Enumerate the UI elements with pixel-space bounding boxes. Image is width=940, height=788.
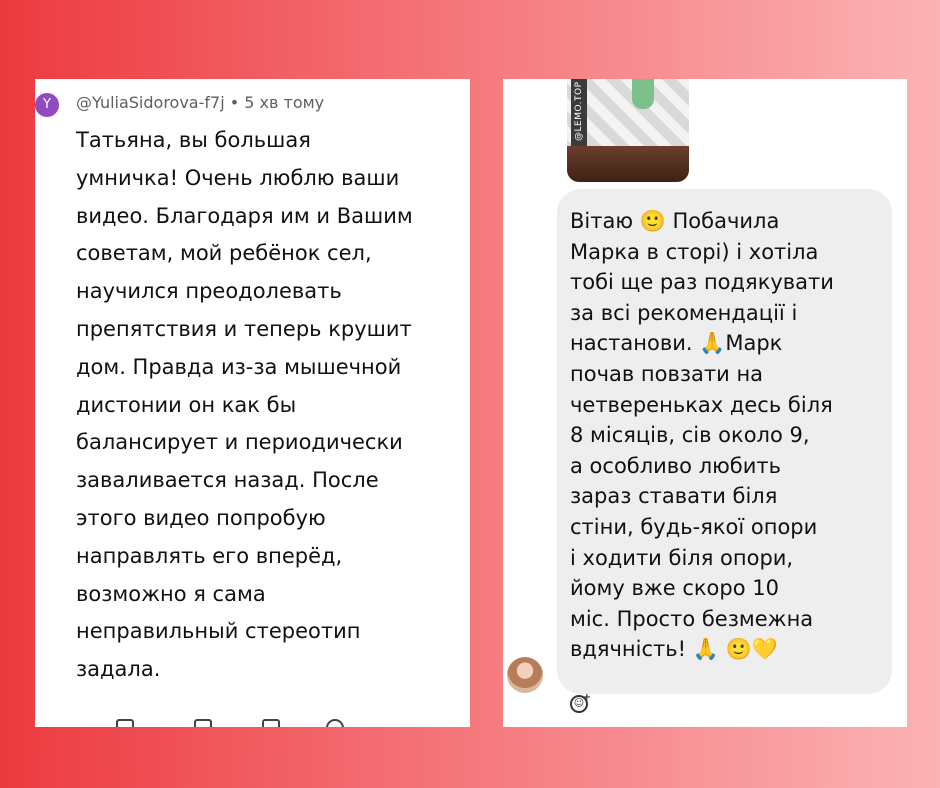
commenter-avatar[interactable]: Y (35, 93, 59, 117)
comment-line: советам, мой ребёнок сел, (76, 241, 372, 266)
reply-icon[interactable] (262, 719, 280, 727)
message-line: стіни, будь-якої опори (570, 514, 818, 539)
comment-action-row (76, 719, 376, 727)
comment-line: научился преодолевать (76, 279, 342, 304)
direct-message-card: @LEMO.TOP Вітаю 🙂 Побачила Марка в сторі… (503, 79, 907, 727)
comment-line: этого видео попробую (76, 505, 326, 530)
message-line: 8 місяців, сів около 9, (570, 423, 810, 448)
message-line: за всі рекомендації і (570, 300, 798, 325)
comment-line: препятствия и теперь крушит (76, 316, 412, 341)
message-line: Марка в сторі) і хотіла (570, 239, 819, 264)
message-line: почав повзати на (570, 361, 764, 386)
comment-line: неправильный стереотип (76, 619, 361, 644)
youtube-comment-card: Y @YuliaSidorova-f7j • 5 хв тому Татьяна… (35, 79, 470, 727)
message-line: міс. Просто безмежна (570, 606, 814, 631)
message-text: Вітаю 🙂 Побачила Марка в сторі) і хотіла… (570, 206, 890, 665)
message-line: зараз ставати біля (570, 484, 778, 509)
comment-line: видео. Благодаря им и Вашим (76, 203, 413, 228)
story-tag: @LEMO.TOP (574, 81, 584, 142)
meta-separator: • (224, 93, 245, 112)
comment-line: направлять его вперёд, (76, 543, 343, 568)
comment-author[interactable]: @YuliaSidorova-f7j (76, 93, 225, 112)
message-line: і ходити біля опори, (570, 545, 794, 570)
comment-time: 5 хв тому (244, 93, 325, 112)
message-line: тобі ще раз подякувати (570, 270, 834, 295)
like-icon[interactable] (116, 719, 134, 727)
comment-line: дом. Правда из-за мышечной (76, 354, 402, 379)
comment-line: балансирует и периодически (76, 430, 403, 455)
photo-floor (567, 146, 689, 182)
comment-text: Татьяна, вы большая умничка! Очень люблю… (76, 122, 466, 689)
message-line: йому вже скоро 10 (570, 576, 779, 601)
baby-photo-detail (632, 79, 654, 109)
comment-line: дистонии он как бы (76, 392, 297, 417)
message-line: вдячність! 🙏 🙂💛 (570, 637, 778, 662)
comment-line: возможно я сама (76, 581, 266, 606)
message-line: настанови. 🙏Марк (570, 331, 783, 356)
comment-meta: @YuliaSidorova-f7j • 5 хв тому (76, 93, 324, 112)
comment-line: заваливается назад. После (76, 468, 379, 493)
message-line: Вітаю 🙂 Побачила (570, 209, 780, 233)
comment-line: задала. (76, 657, 161, 682)
creator-avatar-icon (326, 719, 344, 727)
message-line: четвереньках десь біля (570, 392, 833, 417)
comment-line: умничка! Очень люблю ваши (76, 165, 400, 190)
sender-avatar[interactable] (507, 657, 543, 693)
comment-line: Татьяна, вы большая (76, 128, 311, 152)
message-line: а особливо любить (570, 453, 782, 478)
add-reaction-icon[interactable]: ☺ + (570, 692, 591, 713)
message-bubble[interactable]: Вітаю 🙂 Побачила Марка в сторі) і хотіла… (557, 189, 892, 694)
dislike-icon[interactable] (194, 719, 212, 727)
story-photo-thumbnail[interactable]: @LEMO.TOP (567, 79, 689, 182)
